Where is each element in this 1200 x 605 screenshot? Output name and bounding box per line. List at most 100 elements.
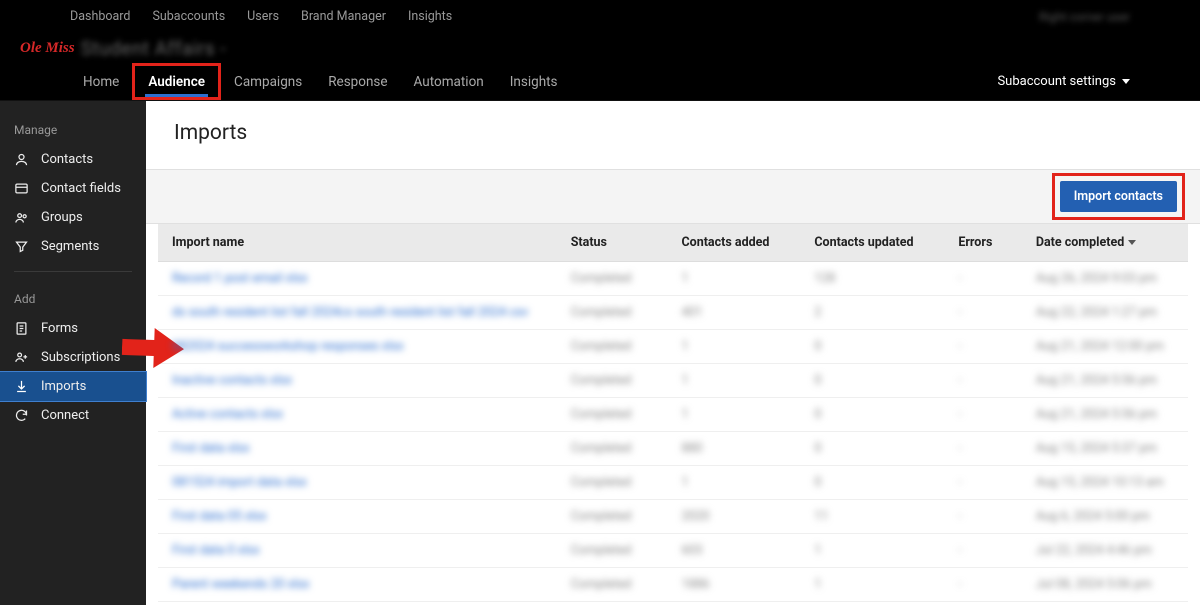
- global-nav: Dashboard Subaccounts Users Brand Manage…: [70, 9, 452, 24]
- cell-import-name[interactable]: Active contacts xlsx: [158, 398, 557, 432]
- filter-icon: [14, 239, 29, 254]
- table-row[interactable]: Inactive contacts xlsxCompleted10-Aug 21…: [158, 364, 1188, 398]
- cell-import-name[interactable]: Inactive contacts xlsx: [158, 364, 557, 398]
- cell-updated: 0: [800, 432, 944, 466]
- sidebar-item-contacts[interactable]: Contacts: [0, 145, 146, 174]
- tab-audience[interactable]: Audience: [135, 66, 218, 97]
- tab-automation[interactable]: Automation: [401, 63, 497, 100]
- cell-import-name[interactable]: ds south resident list fall 2024cs south…: [158, 296, 557, 330]
- import-contacts-button[interactable]: Import contacts: [1060, 181, 1177, 212]
- th-status[interactable]: Status: [557, 224, 668, 262]
- nav-subaccounts[interactable]: Subaccounts: [152, 9, 225, 24]
- table-row[interactable]: First data 05 xlsxCompleted202011-Aug 6,…: [158, 500, 1188, 534]
- sidebar-label-connect: Connect: [41, 408, 89, 423]
- cell-import-name[interactable]: First data 05 xlsx: [158, 500, 557, 534]
- sidebar-item-forms[interactable]: Forms: [0, 314, 146, 343]
- cell-import-name[interactable]: First data 0 xlsx: [158, 534, 557, 568]
- cell-added: 1: [667, 364, 800, 398]
- cell-added: 1: [667, 466, 800, 500]
- toolbar: Import contacts: [146, 169, 1200, 224]
- table-row[interactable]: ds south resident list fall 2024cs south…: [158, 296, 1188, 330]
- cell-errors: -: [944, 500, 1022, 534]
- th-contacts-updated[interactable]: Contacts updated: [800, 224, 944, 262]
- nav-brand-manager[interactable]: Brand Manager: [301, 9, 386, 24]
- cell-updated: 2: [800, 296, 944, 330]
- cell-status: Completed: [557, 568, 668, 602]
- subaccount-settings-link[interactable]: Subaccount settings: [997, 74, 1130, 89]
- cell-added: 1: [667, 262, 800, 296]
- subaccount-settings-label: Subaccount settings: [997, 74, 1116, 89]
- table-row[interactable]: First data xlsxCompleted8800-Aug 15, 202…: [158, 432, 1188, 466]
- brand-row: Ole Miss Student Affairs -: [0, 33, 1200, 63]
- cell-errors: -: [944, 534, 1022, 568]
- table-row[interactable]: 082024 successworkshop responses xlsxCom…: [158, 330, 1188, 364]
- sidebar-divider: [14, 271, 132, 272]
- sub-nav: Home Audience Campaigns Response Automat…: [70, 63, 571, 100]
- people-icon: [14, 210, 29, 225]
- sub-nav-row: Home Audience Campaigns Response Automat…: [0, 63, 1200, 101]
- tab-insights[interactable]: Insights: [497, 63, 571, 100]
- cell-errors: -: [944, 364, 1022, 398]
- sidebar-item-contact-fields[interactable]: Contact fields: [0, 174, 146, 203]
- tab-response[interactable]: Response: [315, 63, 400, 100]
- cell-updated: 0: [800, 330, 944, 364]
- cell-status: Completed: [557, 364, 668, 398]
- cell-status: Completed: [557, 330, 668, 364]
- sidebar-label-subscriptions: Subscriptions: [41, 350, 120, 365]
- tab-home[interactable]: Home: [70, 63, 132, 100]
- table-row[interactable]: Record 1 post email xlsxCompleted1128-Au…: [158, 262, 1188, 296]
- sidebar-label-forms: Forms: [41, 321, 78, 336]
- sidebar-label-groups: Groups: [41, 210, 83, 225]
- cell-status: Completed: [557, 262, 668, 296]
- cell-date: Aug 6, 2024 5:00 pm: [1022, 500, 1188, 534]
- tab-campaigns[interactable]: Campaigns: [221, 63, 315, 100]
- cell-errors: -: [944, 296, 1022, 330]
- sidebar-item-groups[interactable]: Groups: [0, 203, 146, 232]
- table-header-row: Import name Status Contacts added Contac…: [158, 224, 1188, 262]
- cell-status: Completed: [557, 500, 668, 534]
- sidebar-item-connect[interactable]: Connect: [0, 401, 146, 430]
- cell-added: 1886: [667, 568, 800, 602]
- cell-status: Completed: [557, 534, 668, 568]
- sidebar: Manage Contacts Contact fields Groups Se…: [0, 101, 146, 605]
- subscribe-icon: [14, 350, 29, 365]
- cell-status: Completed: [557, 296, 668, 330]
- th-date-completed[interactable]: Date completed: [1022, 224, 1188, 262]
- cell-updated: 1: [800, 534, 944, 568]
- cell-updated: 0: [800, 364, 944, 398]
- cell-import-name[interactable]: 081524 import data xlsx: [158, 466, 557, 500]
- sort-desc-icon: [1128, 240, 1136, 245]
- table-body: Record 1 post email xlsxCompleted1128-Au…: [158, 262, 1188, 602]
- th-errors[interactable]: Errors: [944, 224, 1022, 262]
- cell-date: Aug 15, 2024 10:13 am: [1022, 466, 1188, 500]
- sidebar-item-segments[interactable]: Segments: [0, 232, 146, 261]
- sidebar-item-subscriptions[interactable]: Subscriptions: [0, 343, 146, 372]
- cell-import-name[interactable]: 082024 successworkshop responses xlsx: [158, 330, 557, 364]
- global-top-bar: Dashboard Subaccounts Users Brand Manage…: [0, 0, 1200, 33]
- sidebar-item-imports[interactable]: Imports: [0, 372, 146, 401]
- cell-import-name[interactable]: Record 1 post email xlsx: [158, 262, 557, 296]
- imports-table: Import name Status Contacts added Contac…: [158, 224, 1188, 602]
- nav-dashboard[interactable]: Dashboard: [70, 9, 130, 24]
- card-icon: [14, 181, 29, 196]
- th-contacts-added[interactable]: Contacts added: [667, 224, 800, 262]
- cell-import-name[interactable]: Parent weekends 20 xlsx: [158, 568, 557, 602]
- top-right-user[interactable]: Right corner user: [1039, 10, 1130, 24]
- cell-import-name[interactable]: First data xlsx: [158, 432, 557, 466]
- nav-insights-top[interactable]: Insights: [408, 9, 452, 24]
- cell-updated: 11: [800, 500, 944, 534]
- annotation-audience-box: Audience: [132, 63, 221, 100]
- page-title: Imports: [146, 101, 1200, 169]
- table-row[interactable]: 081524 import data xlsxCompleted10-Aug 1…: [158, 466, 1188, 500]
- table-row[interactable]: First data 0 xlsxCompleted6031-Jul 22, 2…: [158, 534, 1188, 568]
- cell-date: Aug 22, 2024 1:27 pm: [1022, 296, 1188, 330]
- table-row[interactable]: Active contacts xlsxCompleted10-Aug 21, …: [158, 398, 1188, 432]
- account-name[interactable]: Student Affairs -: [81, 37, 226, 60]
- sync-icon: [14, 408, 29, 423]
- th-import-name[interactable]: Import name: [158, 224, 557, 262]
- cell-added: 401: [667, 296, 800, 330]
- table-row[interactable]: Parent weekends 20 xlsxCompleted18861-Ju…: [158, 568, 1188, 602]
- nav-users[interactable]: Users: [247, 9, 279, 24]
- sidebar-add-label: Add: [0, 282, 146, 314]
- cell-errors: -: [944, 466, 1022, 500]
